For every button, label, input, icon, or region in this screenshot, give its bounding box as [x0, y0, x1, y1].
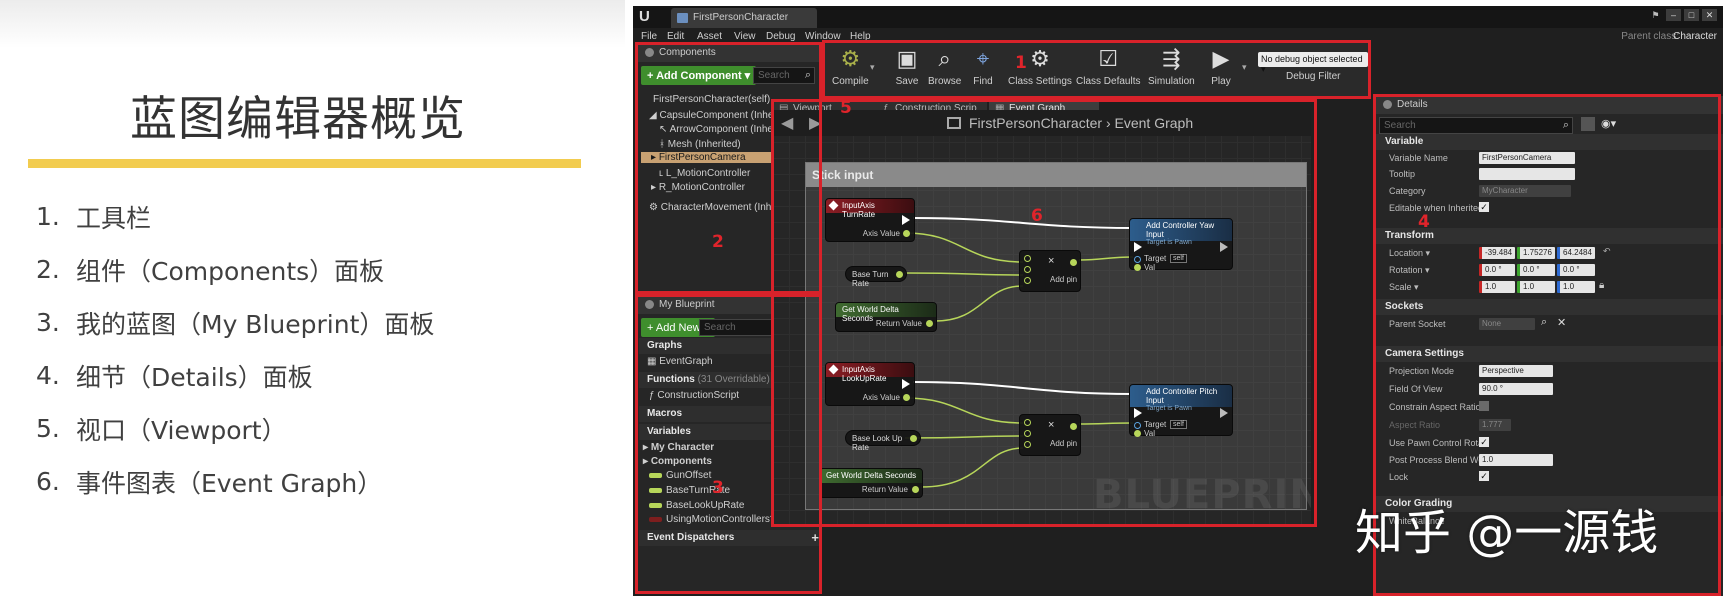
slide-title: 蓝图编辑器概览: [130, 92, 466, 147]
list-item: 2. 组件（Components）面板: [36, 255, 385, 286]
list-item: 3. 我的蓝图（My Blueprint）面板: [36, 308, 435, 339]
zhihu-watermark: 知乎 @一源钱: [1355, 505, 1659, 561]
annotation-6: 6: [1031, 206, 1043, 226]
title-underline: [28, 159, 581, 168]
document-tab[interactable]: FirstPersonCharacter: [671, 8, 817, 28]
menu-file[interactable]: File: [641, 31, 657, 42]
menu-view[interactable]: View: [734, 31, 756, 42]
list-item: 6. 事件图表（Event Graph）: [36, 467, 383, 498]
list-item: 4. 细节（Details）面板: [36, 361, 313, 392]
title-bar: U FirstPersonCharacter ⚑ – □ ✕: [633, 6, 1723, 28]
toolbar-annotation-box: [822, 40, 1371, 99]
slide-panel: 蓝图编辑器概览 1. 工具栏 2. 组件（Components）面板 3. 我的蓝图（…: [0, 0, 625, 598]
overview-list: 1. 工具栏 2. 组件（Components）面板 3. 我的蓝图（My Bluep…: [36, 190, 434, 508]
maximize-button[interactable]: □: [1684, 9, 1699, 21]
minimize-button[interactable]: –: [1666, 9, 1681, 21]
menu-asset[interactable]: Asset: [697, 31, 722, 42]
parent-class-value[interactable]: Character: [1673, 31, 1717, 42]
menu-debug[interactable]: Debug: [766, 31, 795, 42]
pin-icon[interactable]: ⚑: [1648, 9, 1663, 21]
unreal-logo-icon: U: [639, 8, 650, 25]
list-item: 5. 视口（Viewport）: [36, 414, 287, 445]
menu-edit[interactable]: Edit: [667, 31, 684, 42]
annotation-2: 2: [712, 232, 724, 252]
close-button[interactable]: ✕: [1702, 9, 1717, 21]
parent-class-label: Parent class:: [1621, 31, 1679, 42]
annotation-3: 3: [712, 478, 724, 498]
annotation-5: 5: [840, 98, 852, 118]
blueprint-icon: [677, 13, 688, 23]
window-controls: ⚑ – □ ✕: [1648, 9, 1717, 21]
annotation-4: 4: [1418, 212, 1430, 232]
graph-annotation-box: [771, 99, 1317, 527]
annotation-1: 1: [1015, 53, 1027, 73]
list-item: 1. 工具栏: [36, 202, 152, 233]
